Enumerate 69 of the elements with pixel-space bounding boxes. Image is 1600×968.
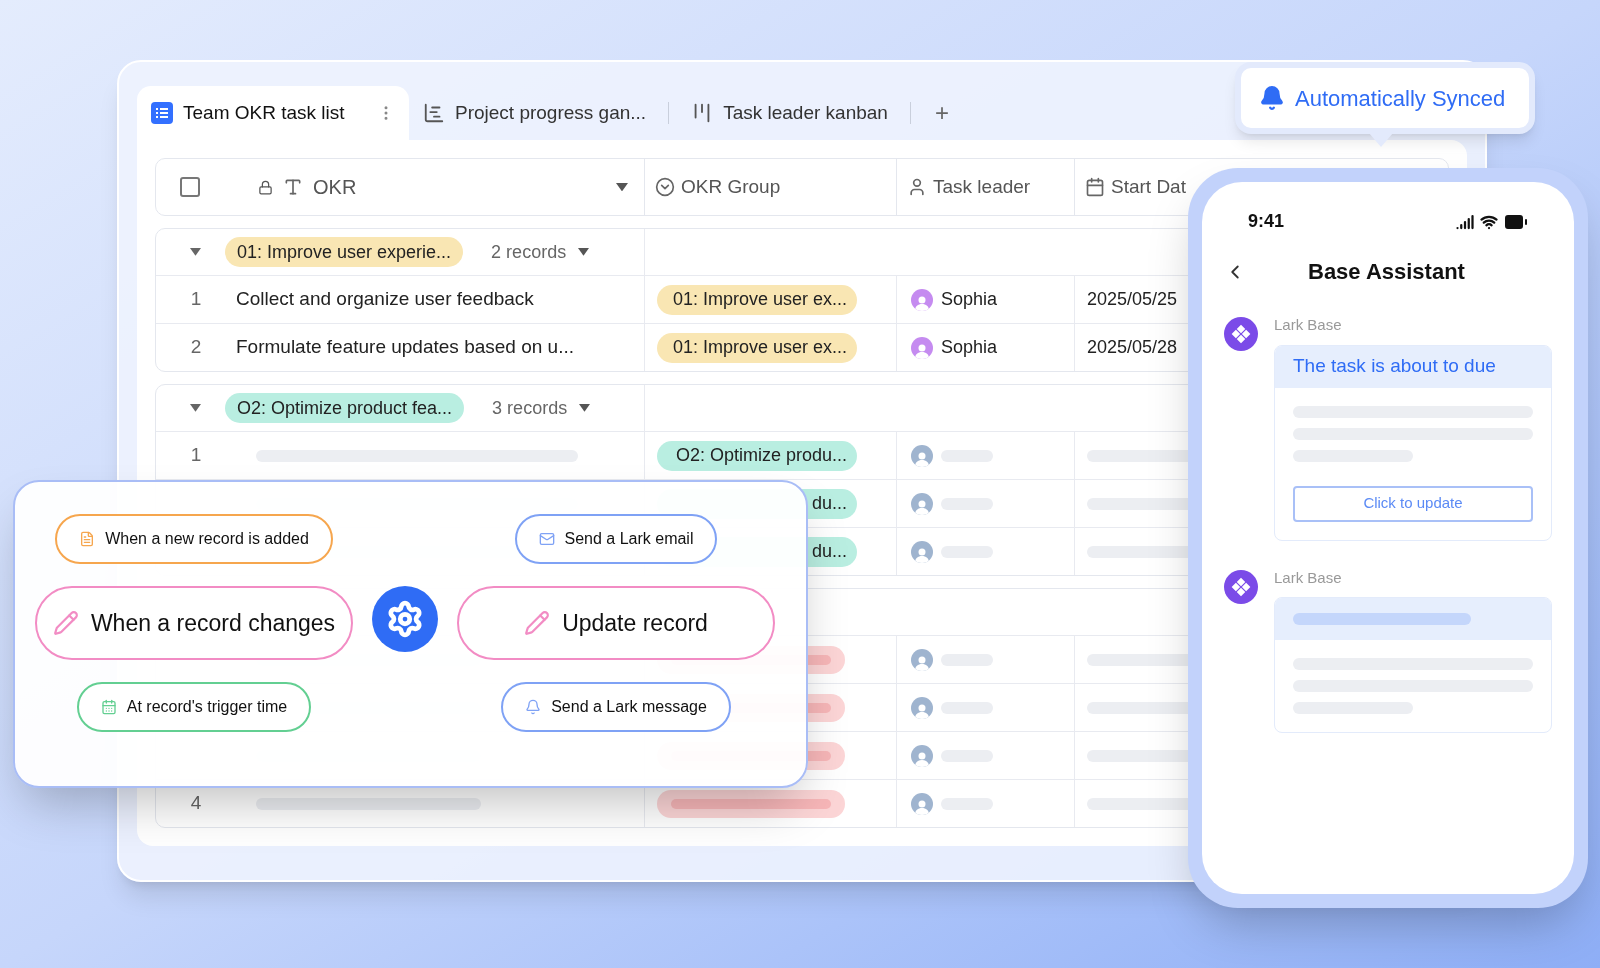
group-tag: 01: Improve user ex... bbox=[657, 332, 857, 363]
chat-title: Base Assistant bbox=[1308, 258, 1465, 286]
automation-step[interactable]: Send a Lark message bbox=[501, 682, 731, 732]
table-cell-text: Sophia bbox=[941, 288, 998, 311]
row-number: 1 bbox=[190, 287, 202, 312]
avatar-icon bbox=[911, 744, 933, 767]
status-time: 9:41 bbox=[1248, 210, 1285, 233]
dropdown-caret-icon[interactable] bbox=[579, 404, 591, 412]
bot-avatar-icon bbox=[1224, 314, 1258, 354]
badge-pointer-icon bbox=[1369, 133, 1393, 147]
avatar-icon bbox=[911, 444, 933, 467]
row-number: 1 bbox=[190, 443, 202, 468]
sender-name: Lark Base bbox=[1274, 315, 1343, 335]
table-icon bbox=[151, 102, 173, 124]
person-icon bbox=[907, 177, 927, 197]
automation-step[interactable]: At record's trigger time bbox=[76, 682, 312, 732]
view-tab[interactable]: Team OKR task list bbox=[137, 86, 409, 140]
pencil-icon bbox=[524, 610, 551, 636]
row-number: 4 bbox=[190, 791, 202, 816]
signal-icon bbox=[1456, 212, 1474, 231]
pencil-icon bbox=[52, 610, 79, 636]
record-count: 2 records bbox=[491, 240, 567, 264]
automation-step-large[interactable]: When a record changes bbox=[35, 586, 353, 660]
avatar-icon bbox=[911, 336, 933, 359]
bell-icon bbox=[525, 699, 542, 715]
avatar-icon bbox=[911, 792, 933, 815]
automation-step-large[interactable]: Update record bbox=[457, 586, 775, 660]
automation-step[interactable]: When a new record is added bbox=[55, 514, 333, 564]
dropdown-caret-icon[interactable] bbox=[616, 182, 628, 192]
sender-name: Lark Base bbox=[1274, 567, 1343, 588]
group-tag: 01: Improve user ex... bbox=[657, 284, 857, 315]
sync-badge: Automatically Synced bbox=[1235, 62, 1535, 134]
record-count: 3 records bbox=[492, 396, 568, 420]
bell-icon bbox=[1259, 85, 1285, 111]
dropdown-caret-icon[interactable] bbox=[578, 248, 590, 256]
collapse-caret-icon[interactable] bbox=[190, 404, 201, 412]
avatar-icon bbox=[911, 648, 933, 671]
column-header[interactable]: Start Dat bbox=[1111, 172, 1186, 202]
calendar-icon bbox=[100, 699, 117, 715]
row-number: 2 bbox=[190, 335, 202, 360]
calendar-icon bbox=[1085, 177, 1105, 197]
table-cell-text: 2025/05/28 bbox=[1087, 336, 1178, 359]
column-header[interactable]: OKR bbox=[313, 172, 357, 202]
avatar-icon bbox=[911, 492, 933, 515]
automation-step[interactable]: Send a Lark email bbox=[514, 514, 718, 564]
avatar-icon bbox=[911, 288, 933, 311]
group-tag: O2: Optimize produ... bbox=[657, 440, 857, 471]
single-select-icon bbox=[655, 177, 675, 197]
mail-icon bbox=[538, 531, 555, 547]
group-tag: O2: Optimize product fea... bbox=[225, 393, 465, 423]
avatar-icon bbox=[911, 540, 933, 563]
text-field-icon bbox=[283, 177, 303, 197]
view-tab[interactable]: Task leader kanban bbox=[677, 86, 902, 140]
card-title: The task is about to due bbox=[1293, 354, 1496, 379]
table-cell-text: 2025/05/25 bbox=[1087, 288, 1178, 311]
lock-icon bbox=[258, 179, 273, 195]
view-tab[interactable]: Project progress gan... bbox=[409, 86, 661, 140]
add-tab-button[interactable]: + bbox=[934, 95, 949, 131]
table-cell-text: Formulate feature updates based on u... bbox=[236, 335, 574, 360]
avatar-icon bbox=[911, 696, 933, 719]
gantt-icon bbox=[423, 102, 445, 124]
column-header[interactable]: Task leader bbox=[933, 172, 1031, 202]
table-cell-text: Sophia bbox=[941, 336, 998, 359]
collapse-caret-icon[interactable] bbox=[190, 248, 201, 256]
column-header[interactable]: OKR Group bbox=[681, 172, 781, 202]
group-tag: 01: Improve user experie... bbox=[225, 237, 464, 267]
note-icon bbox=[79, 531, 96, 547]
table-cell-text: Collect and organize user feedback bbox=[236, 287, 534, 312]
checkbox[interactable] bbox=[180, 177, 200, 197]
